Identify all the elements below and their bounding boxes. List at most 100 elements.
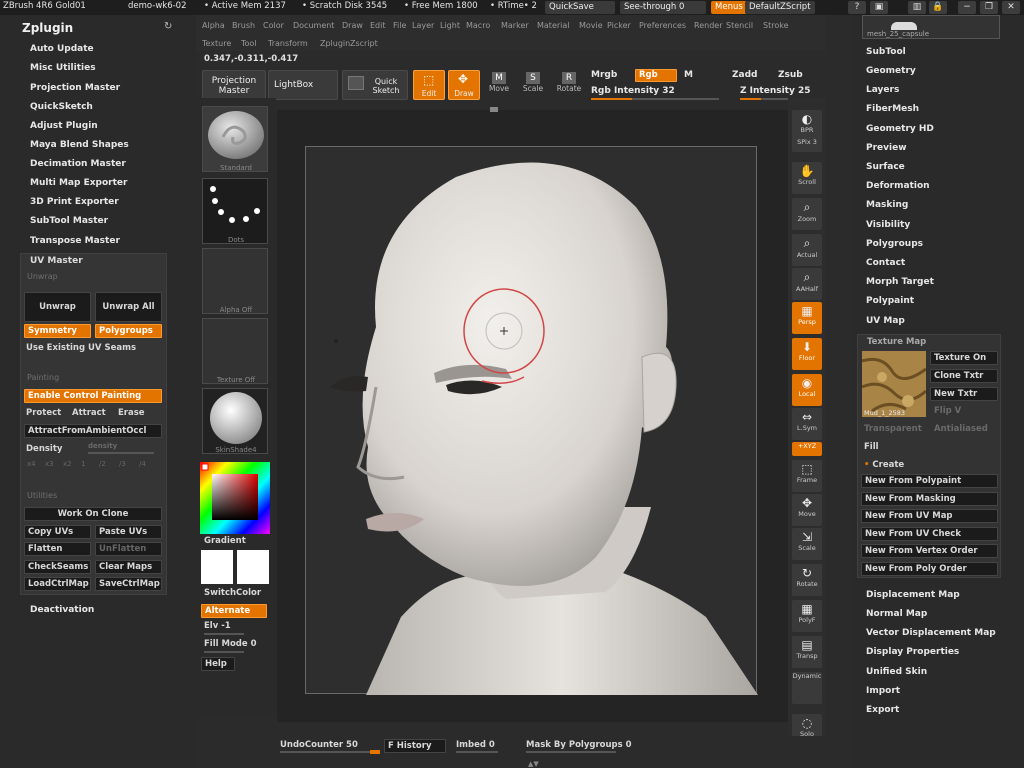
tool-menu-uv-map[interactable]: UV Map	[866, 316, 905, 326]
menu-movie[interactable]: Movie	[579, 21, 603, 30]
tool-menu-import[interactable]: Import	[866, 686, 900, 696]
shelf-button-move[interactable]: ✥ Move	[792, 494, 822, 526]
menu-marker[interactable]: Marker	[501, 21, 529, 30]
shelf-button-aahalf[interactable]: ⌕ AAHalf	[792, 268, 822, 300]
texture-thumb[interactable]: Texture Off	[202, 318, 268, 384]
zsub-button[interactable]: Zsub	[778, 70, 803, 80]
unwrap-button[interactable]: Unwrap	[24, 292, 91, 322]
menu-file[interactable]: File	[393, 21, 406, 30]
imbed-slider-track[interactable]	[456, 751, 498, 753]
zplugin-item-multi-map-exporter[interactable]: Multi Map Exporter	[30, 178, 127, 188]
menu-alpha[interactable]: Alpha	[202, 21, 225, 30]
zplugin-item-decimation-master[interactable]: Decimation Master	[30, 159, 126, 169]
secondary-color-swatch[interactable]	[237, 550, 269, 584]
shelf-button-scale[interactable]: ⇲ Scale	[792, 528, 822, 560]
shelf-button-l-sym[interactable]: ⇔ L.Sym	[792, 408, 822, 440]
antialiased-toggle[interactable]: Antialiased	[934, 424, 988, 434]
tool-menu-visibility[interactable]: Visibility	[866, 220, 910, 230]
tool-menu-contact[interactable]: Contact	[866, 258, 905, 268]
unflatten-button[interactable]: UnFlatten	[95, 542, 162, 556]
m-button[interactable]: M	[684, 70, 693, 80]
layout-icon[interactable]: ▣	[870, 1, 888, 14]
deactivation-item[interactable]: Deactivation	[30, 605, 94, 615]
tool-menu-unified-skin[interactable]: Unified Skin	[866, 667, 927, 677]
clear-maps-button[interactable]: Clear Maps	[95, 560, 162, 574]
tool-menu-polygroups[interactable]: Polygroups	[866, 239, 923, 249]
tool-menu-geometry-hd[interactable]: Geometry HD	[866, 124, 934, 134]
see-through-slider[interactable]: See-through 0	[620, 1, 706, 14]
tool-menu-normal-map[interactable]: Normal Map	[866, 609, 927, 619]
load-ctrl-map-button[interactable]: LoadCtrlMap	[24, 577, 91, 591]
transparent-toggle[interactable]: Transparent	[864, 424, 922, 434]
paste-uvs-button[interactable]: Paste UVs	[95, 525, 162, 539]
menus-button[interactable]: Menus	[711, 1, 747, 14]
close-icon[interactable]: ✕	[1002, 1, 1020, 14]
new-from-button[interactable]: New From Polypaint	[861, 474, 998, 488]
zplugin-item-maya-blend-shapes[interactable]: Maya Blend Shapes	[30, 140, 129, 150]
undo-slider-track[interactable]	[280, 751, 380, 753]
density-value[interactable]: /2	[99, 460, 106, 468]
shelf-button-transp[interactable]: ▤ Transp	[792, 636, 822, 668]
tool-menu-displacement-map[interactable]: Displacement Map	[866, 590, 960, 600]
help-icon[interactable]: ?	[848, 1, 866, 14]
move-button[interactable]: M Move	[486, 72, 512, 100]
protect-button[interactable]: Protect	[26, 408, 61, 418]
help-button[interactable]: Help	[201, 657, 235, 671]
mask-by-polygroups-slider[interactable]: Mask By Polygroups 0	[526, 740, 632, 750]
menu-zplugin[interactable]: Zplugin	[320, 39, 350, 48]
menu-color[interactable]: Color	[263, 21, 284, 30]
density-value[interactable]: 1	[81, 460, 85, 468]
shelf-button-local[interactable]: ◉ Local	[792, 374, 822, 406]
erase-button[interactable]: Erase	[118, 408, 145, 418]
check-seams-button[interactable]: CheckSeams	[24, 560, 91, 574]
density-value[interactable]: x2	[63, 460, 72, 468]
swatch-icon[interactable]: ▥	[908, 1, 926, 14]
work-on-clone-button[interactable]: Work On Clone	[24, 507, 162, 521]
menu-brush[interactable]: Brush	[232, 21, 255, 30]
projection-master-button[interactable]: Projection Master	[202, 70, 266, 100]
menu-layer[interactable]: Layer	[412, 21, 434, 30]
tool-menu-polypaint[interactable]: Polypaint	[866, 296, 914, 306]
shelf-button--xyz[interactable]: +XYZ	[792, 442, 822, 456]
attract-button[interactable]: Attract	[72, 408, 106, 418]
menu-render[interactable]: Render	[694, 21, 722, 30]
menu-stroke[interactable]: Stroke	[763, 21, 789, 30]
main-color-swatch[interactable]	[201, 550, 233, 584]
shelf-button-zoom[interactable]: ⌕ Zoom	[792, 198, 822, 230]
use-existing-seams-toggle[interactable]: Use Existing UV Seams	[26, 343, 136, 353]
tool-menu-masking[interactable]: Masking	[866, 200, 908, 210]
tool-menu-morph-target[interactable]: Morph Target	[866, 277, 934, 287]
new-from-button[interactable]: New From Poly Order	[861, 562, 998, 576]
texture-on-toggle[interactable]: Texture On	[930, 351, 998, 365]
shelf-button-spix-3[interactable]: SPix 3	[792, 138, 822, 152]
tool-menu-preview[interactable]: Preview	[866, 143, 907, 153]
zadd-button[interactable]: Zadd	[732, 70, 757, 80]
menu-light[interactable]: Light	[440, 21, 460, 30]
menu-picker[interactable]: Picker	[607, 21, 631, 30]
lock-icon[interactable]: 🔒	[929, 1, 947, 14]
dots-stroke-thumb[interactable]: Dots	[202, 178, 268, 244]
alpha-thumb[interactable]: Alpha Off	[202, 248, 268, 314]
menu-stencil[interactable]: Stencil	[726, 21, 753, 30]
new-txtr-button[interactable]: New Txtr	[930, 387, 998, 401]
shelf-button-actual[interactable]: ⌕ Actual	[792, 234, 822, 266]
density-value[interactable]: /4	[139, 460, 146, 468]
flip-v-button[interactable]: Flip V	[934, 406, 961, 416]
tool-menu-display-properties[interactable]: Display Properties	[866, 647, 959, 657]
zplugin-item-quicksketch[interactable]: QuickSketch	[30, 102, 93, 112]
enable-control-painting-toggle[interactable]: Enable Control Painting	[24, 389, 162, 403]
shelf-button-rotate[interactable]: ↻ Rotate	[792, 564, 822, 596]
shelf-button-dynamic[interactable]: Dynamic	[792, 672, 822, 704]
density-value[interactable]: x4	[27, 460, 36, 468]
undo-counter[interactable]: UndoCounter 50	[280, 740, 358, 750]
texture-thumbnail[interactable]: Mud_1_2583	[861, 351, 927, 417]
fill-mode-slider[interactable]: Fill Mode 0	[204, 639, 257, 649]
tool-menu-surface[interactable]: Surface	[866, 162, 905, 172]
unwrap-all-button[interactable]: Unwrap All	[95, 292, 162, 322]
new-from-button[interactable]: New From UV Check	[861, 526, 998, 541]
switch-color-button[interactable]: SwitchColor	[204, 588, 261, 598]
shelf-button-polyf[interactable]: ▦ PolyF	[792, 600, 822, 632]
subtool-thumbnail[interactable]: mesh_25_capsule	[862, 15, 1000, 39]
alternate-toggle[interactable]: Alternate	[201, 604, 267, 618]
menu-preferences[interactable]: Preferences	[639, 21, 686, 30]
